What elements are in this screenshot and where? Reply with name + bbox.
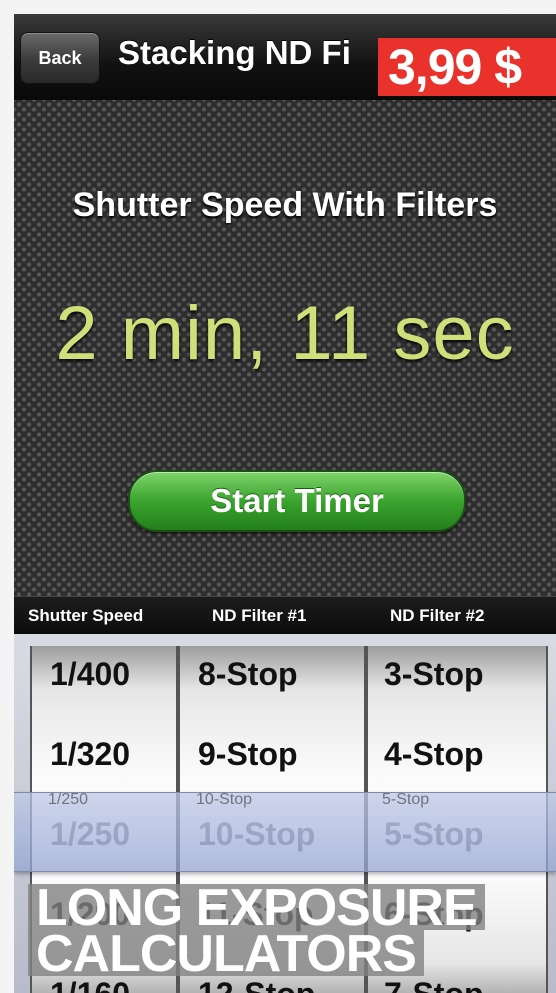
- shutter-speed-option[interactable]: 1/400: [32, 646, 176, 714]
- caption-line-1: LONG EXPOSURE: [28, 882, 485, 934]
- nd-filter-2-option[interactable]: 4-Stop: [368, 714, 546, 794]
- picker-selection-bar: 1/250 10-Stop 5-Stop: [14, 791, 556, 872]
- phone-screen: Back Stacking ND Fi 3,99 $ Shutter Speed…: [14, 14, 556, 993]
- caption-line-2: CALCULATORS: [28, 928, 424, 980]
- result-display: Shutter Speed With Filters 2 min, 11 sec…: [14, 100, 556, 596]
- nd-filter-2-option[interactable]: 5-Stop: [366, 791, 548, 809]
- start-timer-button[interactable]: Start Timer: [128, 470, 466, 532]
- page-title: Stacking ND Fi: [118, 34, 351, 71]
- column-label-shutter-speed: Shutter Speed: [28, 606, 144, 625]
- column-label-nd-filter-2: ND Filter #2: [390, 606, 485, 625]
- result-value: 2 min, 11 sec: [55, 291, 515, 376]
- column-label-nd-filter-1: ND Filter #1: [212, 606, 307, 625]
- nd-filter-2-option[interactable]: 3-Stop: [368, 646, 546, 714]
- nav-bar: Back Stacking ND Fi 3,99 $: [14, 14, 556, 101]
- result-heading: Shutter Speed With Filters: [72, 186, 498, 224]
- back-button[interactable]: Back: [20, 32, 100, 84]
- nd-filter-1-option[interactable]: 8-Stop: [180, 646, 364, 714]
- shutter-speed-option[interactable]: 1/320: [32, 714, 176, 794]
- price-badge: 3,99 $: [378, 38, 556, 96]
- picker-header: Shutter Speed ND Filter #1 ND Filter #2: [14, 596, 556, 635]
- overlay-caption: LONG EXPOSURE CALCULATORS: [28, 882, 485, 980]
- nd-filter-1-option[interactable]: 9-Stop: [180, 714, 364, 794]
- nd-filter-1-option[interactable]: 10-Stop: [178, 791, 366, 809]
- shutter-speed-option[interactable]: 1/250: [30, 791, 178, 809]
